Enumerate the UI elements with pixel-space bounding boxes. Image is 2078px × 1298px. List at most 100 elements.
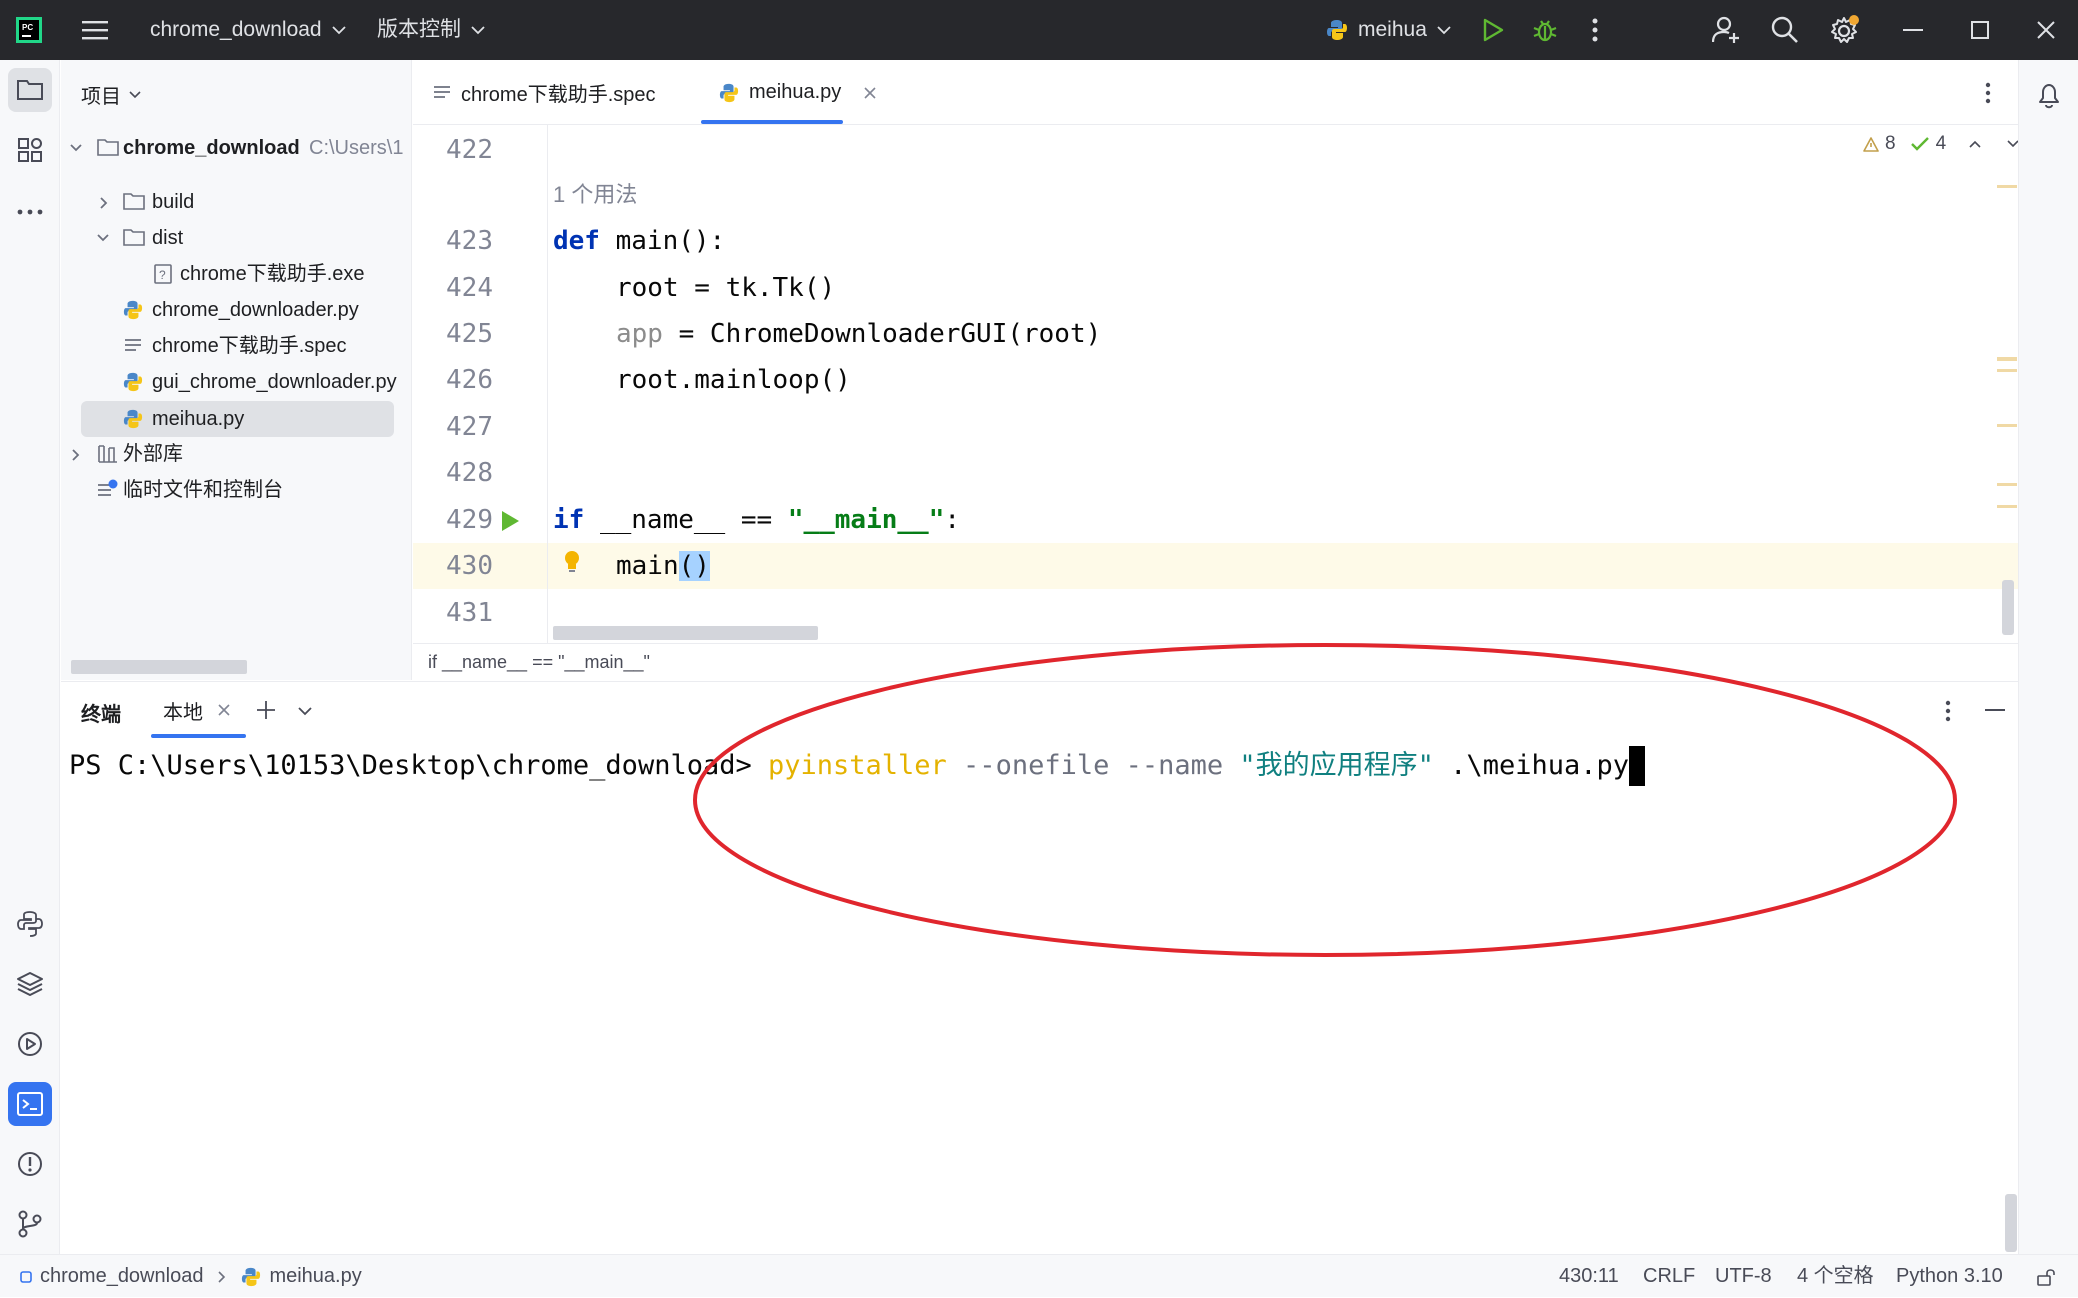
close-tab-icon[interactable] (863, 86, 877, 100)
tree-item-label: 外部库 (123, 443, 183, 465)
new-terminal-plus-icon[interactable] (255, 699, 277, 721)
terminal-tool-icon[interactable] (8, 1082, 52, 1126)
terminal-scrollbar[interactable] (2005, 1194, 2017, 1252)
pycharm-logo-icon[interactable]: PC (14, 15, 44, 45)
vertical-scrollbar[interactable] (2002, 580, 2014, 635)
code-line-426: root.mainloop() (616, 365, 851, 395)
code-line-429: if __name__ == "__main__": (553, 505, 961, 535)
vcs-widget[interactable]: 版本控制 (377, 0, 485, 60)
tree-item-scratches[interactable]: 临时文件和控制台 (61, 473, 411, 507)
more-actions-icon[interactable] (1580, 15, 1610, 45)
terminal-tab-local[interactable]: 本地 (163, 682, 231, 738)
python-packages-icon[interactable] (8, 962, 52, 1006)
run-config-label: meihua (1358, 18, 1427, 41)
python-file-icon (123, 409, 143, 429)
run-icon[interactable] (1478, 15, 1508, 45)
terminal-tab-label: 本地 (163, 701, 203, 724)
tree-item-label: gui_chrome_downloader.py (152, 371, 397, 393)
tab-chrome-spec[interactable]: chrome下载助手.spec (433, 60, 656, 125)
horizontal-scrollbar[interactable] (71, 660, 247, 674)
maximize-icon[interactable] (1965, 15, 1995, 45)
project-tool-icon[interactable] (8, 68, 52, 112)
python-file-icon (123, 300, 143, 320)
error-stripe-mark[interactable] (1997, 185, 2017, 188)
project-widget[interactable]: chrome_download (150, 0, 346, 60)
chevron-down-icon (1437, 25, 1451, 35)
svg-text:PC: PC (22, 23, 33, 32)
code-line-424: root = tk.Tk() (616, 273, 836, 303)
code-with-me-icon[interactable] (1711, 15, 1741, 45)
code-editor[interactable]: 422 1 个用法 423 def main(): 424 root = tk.… (413, 125, 2018, 643)
lock-icon[interactable] (2036, 1255, 2056, 1298)
terminal-title: 终端 (81, 704, 121, 726)
lightbulb-intention-icon[interactable] (563, 550, 581, 576)
chevron-down-icon[interactable] (2006, 139, 2018, 149)
tree-item-dist[interactable]: dist (61, 221, 411, 255)
tree-item-external-libraries[interactable]: 外部库 (61, 437, 411, 471)
git-icon[interactable] (8, 1202, 52, 1246)
problems-icon[interactable] (8, 1142, 52, 1186)
tab-label: meihua.py (749, 81, 842, 103)
python-file-icon (242, 1267, 261, 1286)
search-icon[interactable] (1770, 15, 1800, 45)
project-panel-title: 项目 (81, 86, 121, 108)
tree-item-exe[interactable]: ? chrome下载助手.exe (61, 257, 411, 291)
line-number: 429 (446, 505, 493, 535)
folder-icon (97, 137, 119, 157)
python-interpreter[interactable]: Python 3.10 (1896, 1255, 2003, 1298)
terminal-command-line[interactable]: PS C:\Users\10153\Desktop\chrome_downloa… (69, 746, 1645, 786)
tree-item-meihua-py[interactable]: meihua.py (81, 401, 394, 437)
minimize-icon[interactable] (1898, 15, 1928, 45)
chevron-right-icon (99, 196, 109, 210)
indent-setting[interactable]: 4 个空格 (1797, 1255, 1874, 1298)
error-stripe-mark[interactable] (1997, 357, 2017, 361)
hide-panel-icon[interactable] (1985, 708, 2005, 712)
services-icon[interactable] (8, 1022, 52, 1066)
file-encoding[interactable]: UTF-8 (1715, 1255, 1772, 1298)
tree-item-spec[interactable]: chrome下载助手.spec (61, 329, 411, 363)
status-project[interactable]: chrome_download (40, 1255, 203, 1298)
notifications-bell-icon[interactable] (2027, 74, 2071, 118)
more-tools-icon[interactable] (8, 190, 52, 234)
line-number: 422 (446, 135, 493, 165)
run-config-widget[interactable]: meihua (1326, 0, 1451, 60)
tree-item-chrome-downloader-py[interactable]: chrome_downloader.py (61, 293, 411, 327)
run-gutter-icon[interactable] (500, 510, 520, 532)
cursor-position[interactable]: 430:11 (1559, 1255, 1619, 1298)
gutter-divider (547, 125, 548, 643)
project-view-selector[interactable]: 项目 (81, 80, 141, 109)
tree-item-chrome-download[interactable]: chrome_download C:\Users\1 (61, 131, 411, 165)
error-stripe-mark[interactable] (1997, 483, 2017, 486)
tree-item-label: chrome下载助手.spec (152, 335, 347, 357)
tab-actions-icon[interactable] (1985, 82, 1991, 104)
close-tab-icon[interactable] (217, 703, 231, 717)
settings-gear-icon[interactable] (1829, 15, 1859, 45)
close-icon[interactable] (2031, 15, 2061, 45)
tree-item-gui-chrome-downloader-py[interactable]: gui_chrome_downloader.py (61, 365, 411, 399)
tree-item-label: chrome_download (123, 137, 300, 159)
main-menu-icon[interactable] (80, 15, 110, 45)
horizontal-scrollbar[interactable] (553, 626, 818, 640)
chevron-up-icon[interactable] (1968, 139, 1982, 149)
error-stripe-mark[interactable] (1997, 505, 2017, 508)
active-tab-underline (701, 120, 843, 124)
error-stripe-mark[interactable] (1997, 424, 2017, 427)
tree-item-build[interactable]: build (61, 185, 411, 219)
terminal-options-icon[interactable] (1945, 700, 1951, 722)
structure-tool-icon[interactable] (8, 128, 52, 172)
chevron-down-icon (69, 143, 83, 153)
line-number: 428 (446, 458, 493, 488)
breadcrumb-item[interactable]: if __name__ == "__main__" (428, 652, 650, 672)
tree-item-label: dist (152, 227, 184, 249)
tab-meihua-py[interactable]: meihua.py (719, 60, 877, 125)
chevron-down-icon[interactable] (297, 706, 313, 716)
status-file[interactable]: meihua.py (269, 1255, 361, 1298)
usage-hint[interactable]: 1 个用法 (553, 177, 637, 213)
debug-icon[interactable] (1530, 15, 1560, 45)
line-separator[interactable]: CRLF (1643, 1255, 1695, 1298)
inspection-widget[interactable]: 8 4 (1863, 133, 2018, 155)
error-stripe-mark[interactable] (1997, 369, 2017, 372)
python-console-icon[interactable] (8, 902, 52, 946)
status-breadcrumb[interactable]: chrome_download meihua.py (20, 1255, 362, 1298)
editor-breadcrumb[interactable]: if __name__ == "__main__" (413, 643, 2018, 681)
